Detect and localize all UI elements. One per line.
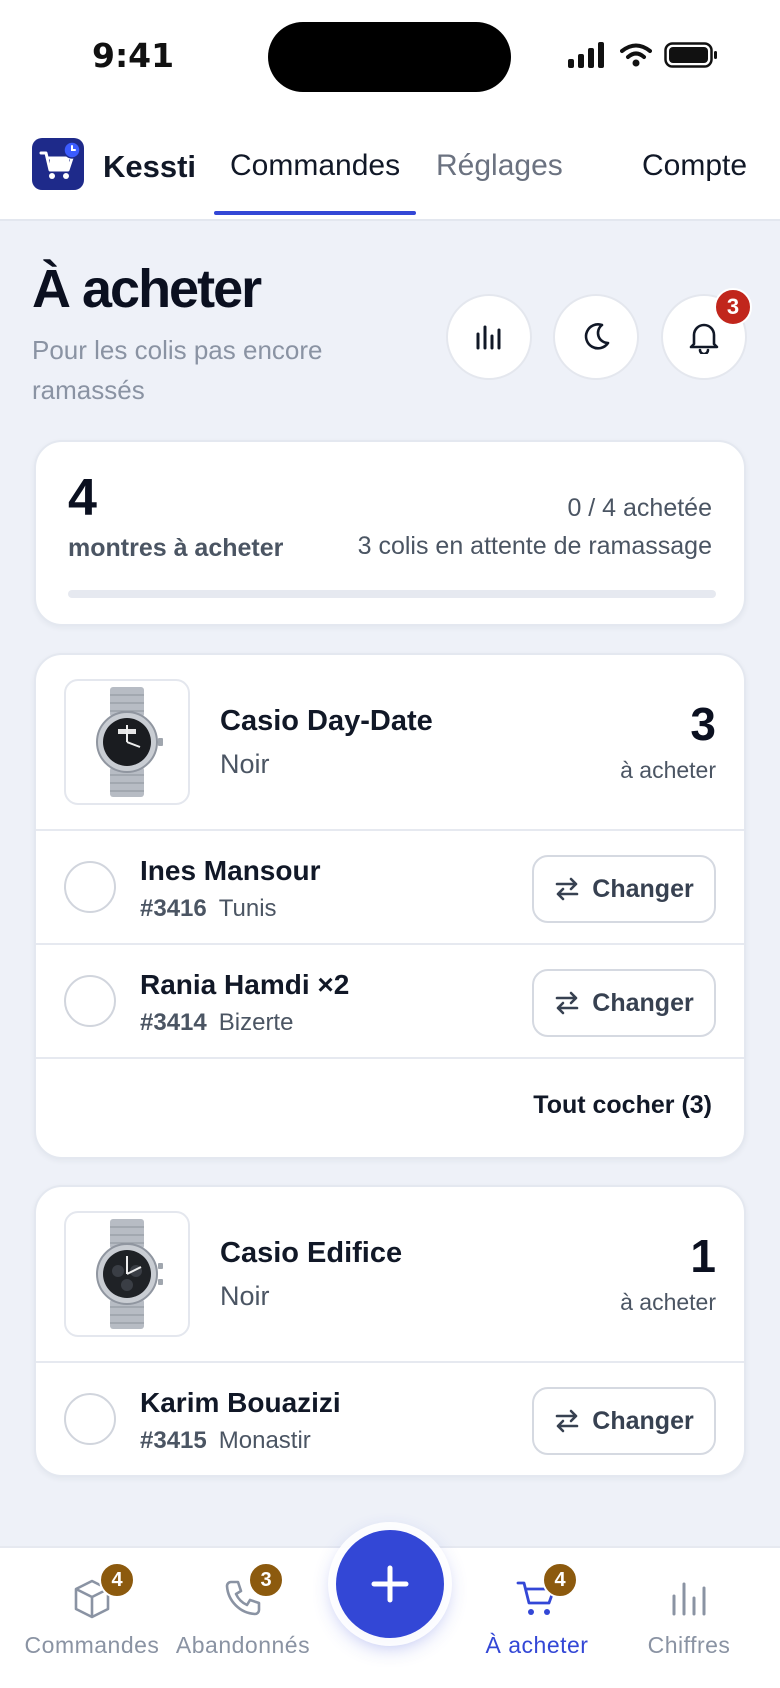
product-name: Casio Day-Date xyxy=(220,705,433,737)
add-button[interactable] xyxy=(336,1530,444,1638)
check-all-button[interactable]: Tout cocher (3) xyxy=(533,1091,712,1120)
customer-name: Ines Mansour xyxy=(140,855,321,886)
page-title: À acheter xyxy=(32,259,262,319)
customer-name: Karim Bouazizi xyxy=(140,1387,341,1418)
bottom-nav-badge: 4 xyxy=(542,1562,578,1598)
purchase-progress-bar xyxy=(68,590,716,598)
order-number: #3414 xyxy=(140,1009,207,1036)
check-all-row: Tout cocher (3) xyxy=(36,1059,744,1157)
tab-reglages[interactable]: Réglages xyxy=(436,149,563,183)
plus-icon xyxy=(371,1565,409,1603)
watch-edifice-icon xyxy=(96,1219,163,1329)
top-nav: Kessti Commandes Réglages Compte xyxy=(0,115,780,221)
order-meta: #3415 Monastir xyxy=(140,1427,311,1455)
product-qty: 3 xyxy=(690,698,716,750)
bottom-nav-label: Abandonnés xyxy=(175,1632,311,1658)
bottom-nav-badge: 4 xyxy=(99,1562,135,1598)
kessti-logo xyxy=(32,138,84,190)
tab-compte[interactable]: Compte xyxy=(642,149,747,183)
watch-day-date-icon xyxy=(96,687,163,797)
order-row: Ines Mansour #3416 Tunis Changer xyxy=(36,831,744,945)
order-meta: #3414 Bizerte xyxy=(140,1009,293,1037)
watches-count: 4 xyxy=(68,469,97,527)
bottom-nav-badge: 3 xyxy=(248,1562,284,1598)
product-card: Casio Day-Date Noir 3 à acheter Ines Man… xyxy=(34,653,746,1159)
active-tab-indicator xyxy=(214,211,416,215)
product-card: Casio Edifice Noir 1 à acheter Karim Bou… xyxy=(34,1185,746,1477)
dark-mode-button[interactable] xyxy=(553,294,639,380)
status-time: 9:41 xyxy=(92,36,175,75)
dynamic-island xyxy=(268,22,511,92)
status-icons xyxy=(568,42,718,68)
swap-icon xyxy=(555,877,579,901)
bottom-nav-abandonnes[interactable]: 3 Abandonnés xyxy=(168,1548,318,1688)
order-row: Karim Bouazizi #3415 Monastir Changer xyxy=(36,1363,744,1475)
cart-clock-icon xyxy=(39,141,81,179)
bottom-nav-commandes[interactable]: 4 Commandes xyxy=(17,1548,167,1688)
bottom-nav-a-acheter[interactable]: 4 À acheter xyxy=(462,1548,612,1688)
order-city: Monastir xyxy=(218,1427,311,1454)
product-qty: 1 xyxy=(690,1230,716,1282)
swap-icon xyxy=(555,1409,579,1433)
bottom-nav-label: Chiffres xyxy=(647,1632,731,1658)
change-button-label: Changer xyxy=(592,988,694,1017)
brand-name: Kessti xyxy=(103,149,197,184)
order-number: #3416 xyxy=(140,895,207,922)
page-subtitle: Pour les colis pas encore ramassés xyxy=(32,335,323,405)
order-checkbox[interactable] xyxy=(64,1393,116,1445)
order-city: Tunis xyxy=(218,895,277,922)
change-button[interactable]: Changer xyxy=(532,855,716,923)
change-button-label: Changer xyxy=(592,1406,694,1435)
product-qty-label: à acheter xyxy=(620,757,716,783)
product-variant: Noir xyxy=(220,1281,270,1311)
battery-icon xyxy=(664,42,717,68)
change-button[interactable]: Changer xyxy=(532,1387,716,1455)
bought-ratio: 0 / 4 achetée xyxy=(567,494,712,522)
signal-icon xyxy=(568,42,604,68)
product-name: Casio Edifice xyxy=(220,1237,403,1269)
swap-icon xyxy=(555,991,579,1015)
pending-pickup: 3 colis en attente de ramassage xyxy=(357,532,712,560)
bottom-nav-chiffres[interactable]: Chiffres xyxy=(614,1548,764,1688)
bottom-nav-label: À acheter xyxy=(485,1632,589,1658)
status-bar: 9:41 xyxy=(0,0,780,115)
order-checkbox[interactable] xyxy=(64,975,116,1027)
summary-card: 4 montres à acheter 0 / 4 achetée 3 coli… xyxy=(34,440,746,626)
bell-icon xyxy=(689,323,719,354)
bottom-nav-label: Commandes xyxy=(24,1632,160,1658)
product-thumbnail xyxy=(64,679,190,805)
change-button[interactable]: Changer xyxy=(532,969,716,1037)
product-qty-label: à acheter xyxy=(620,1289,716,1315)
order-checkbox[interactable] xyxy=(64,861,116,913)
bar-chart-icon xyxy=(476,325,501,350)
wifi-icon xyxy=(620,43,652,67)
order-number: #3415 xyxy=(140,1427,207,1454)
tab-commandes[interactable]: Commandes xyxy=(230,149,400,183)
product-thumbnail xyxy=(64,1211,190,1337)
product-header: Casio Edifice Noir 1 à acheter xyxy=(36,1187,744,1363)
order-row: Rania Hamdi ×2 #3414 Bizerte Changer xyxy=(36,945,744,1059)
order-meta: #3416 Tunis xyxy=(140,895,277,923)
stats-button[interactable] xyxy=(446,294,532,380)
notification-badge: 3 xyxy=(714,288,752,326)
moon-icon xyxy=(584,323,610,350)
watches-count-label: montres à acheter xyxy=(68,534,284,562)
change-button-label: Changer xyxy=(592,874,694,903)
bar-chart-icon xyxy=(669,1578,709,1623)
product-header: Casio Day-Date Noir 3 à acheter xyxy=(36,655,744,831)
product-variant: Noir xyxy=(220,749,270,779)
customer-name: Rania Hamdi ×2 xyxy=(140,969,350,1000)
order-city: Bizerte xyxy=(218,1009,294,1036)
